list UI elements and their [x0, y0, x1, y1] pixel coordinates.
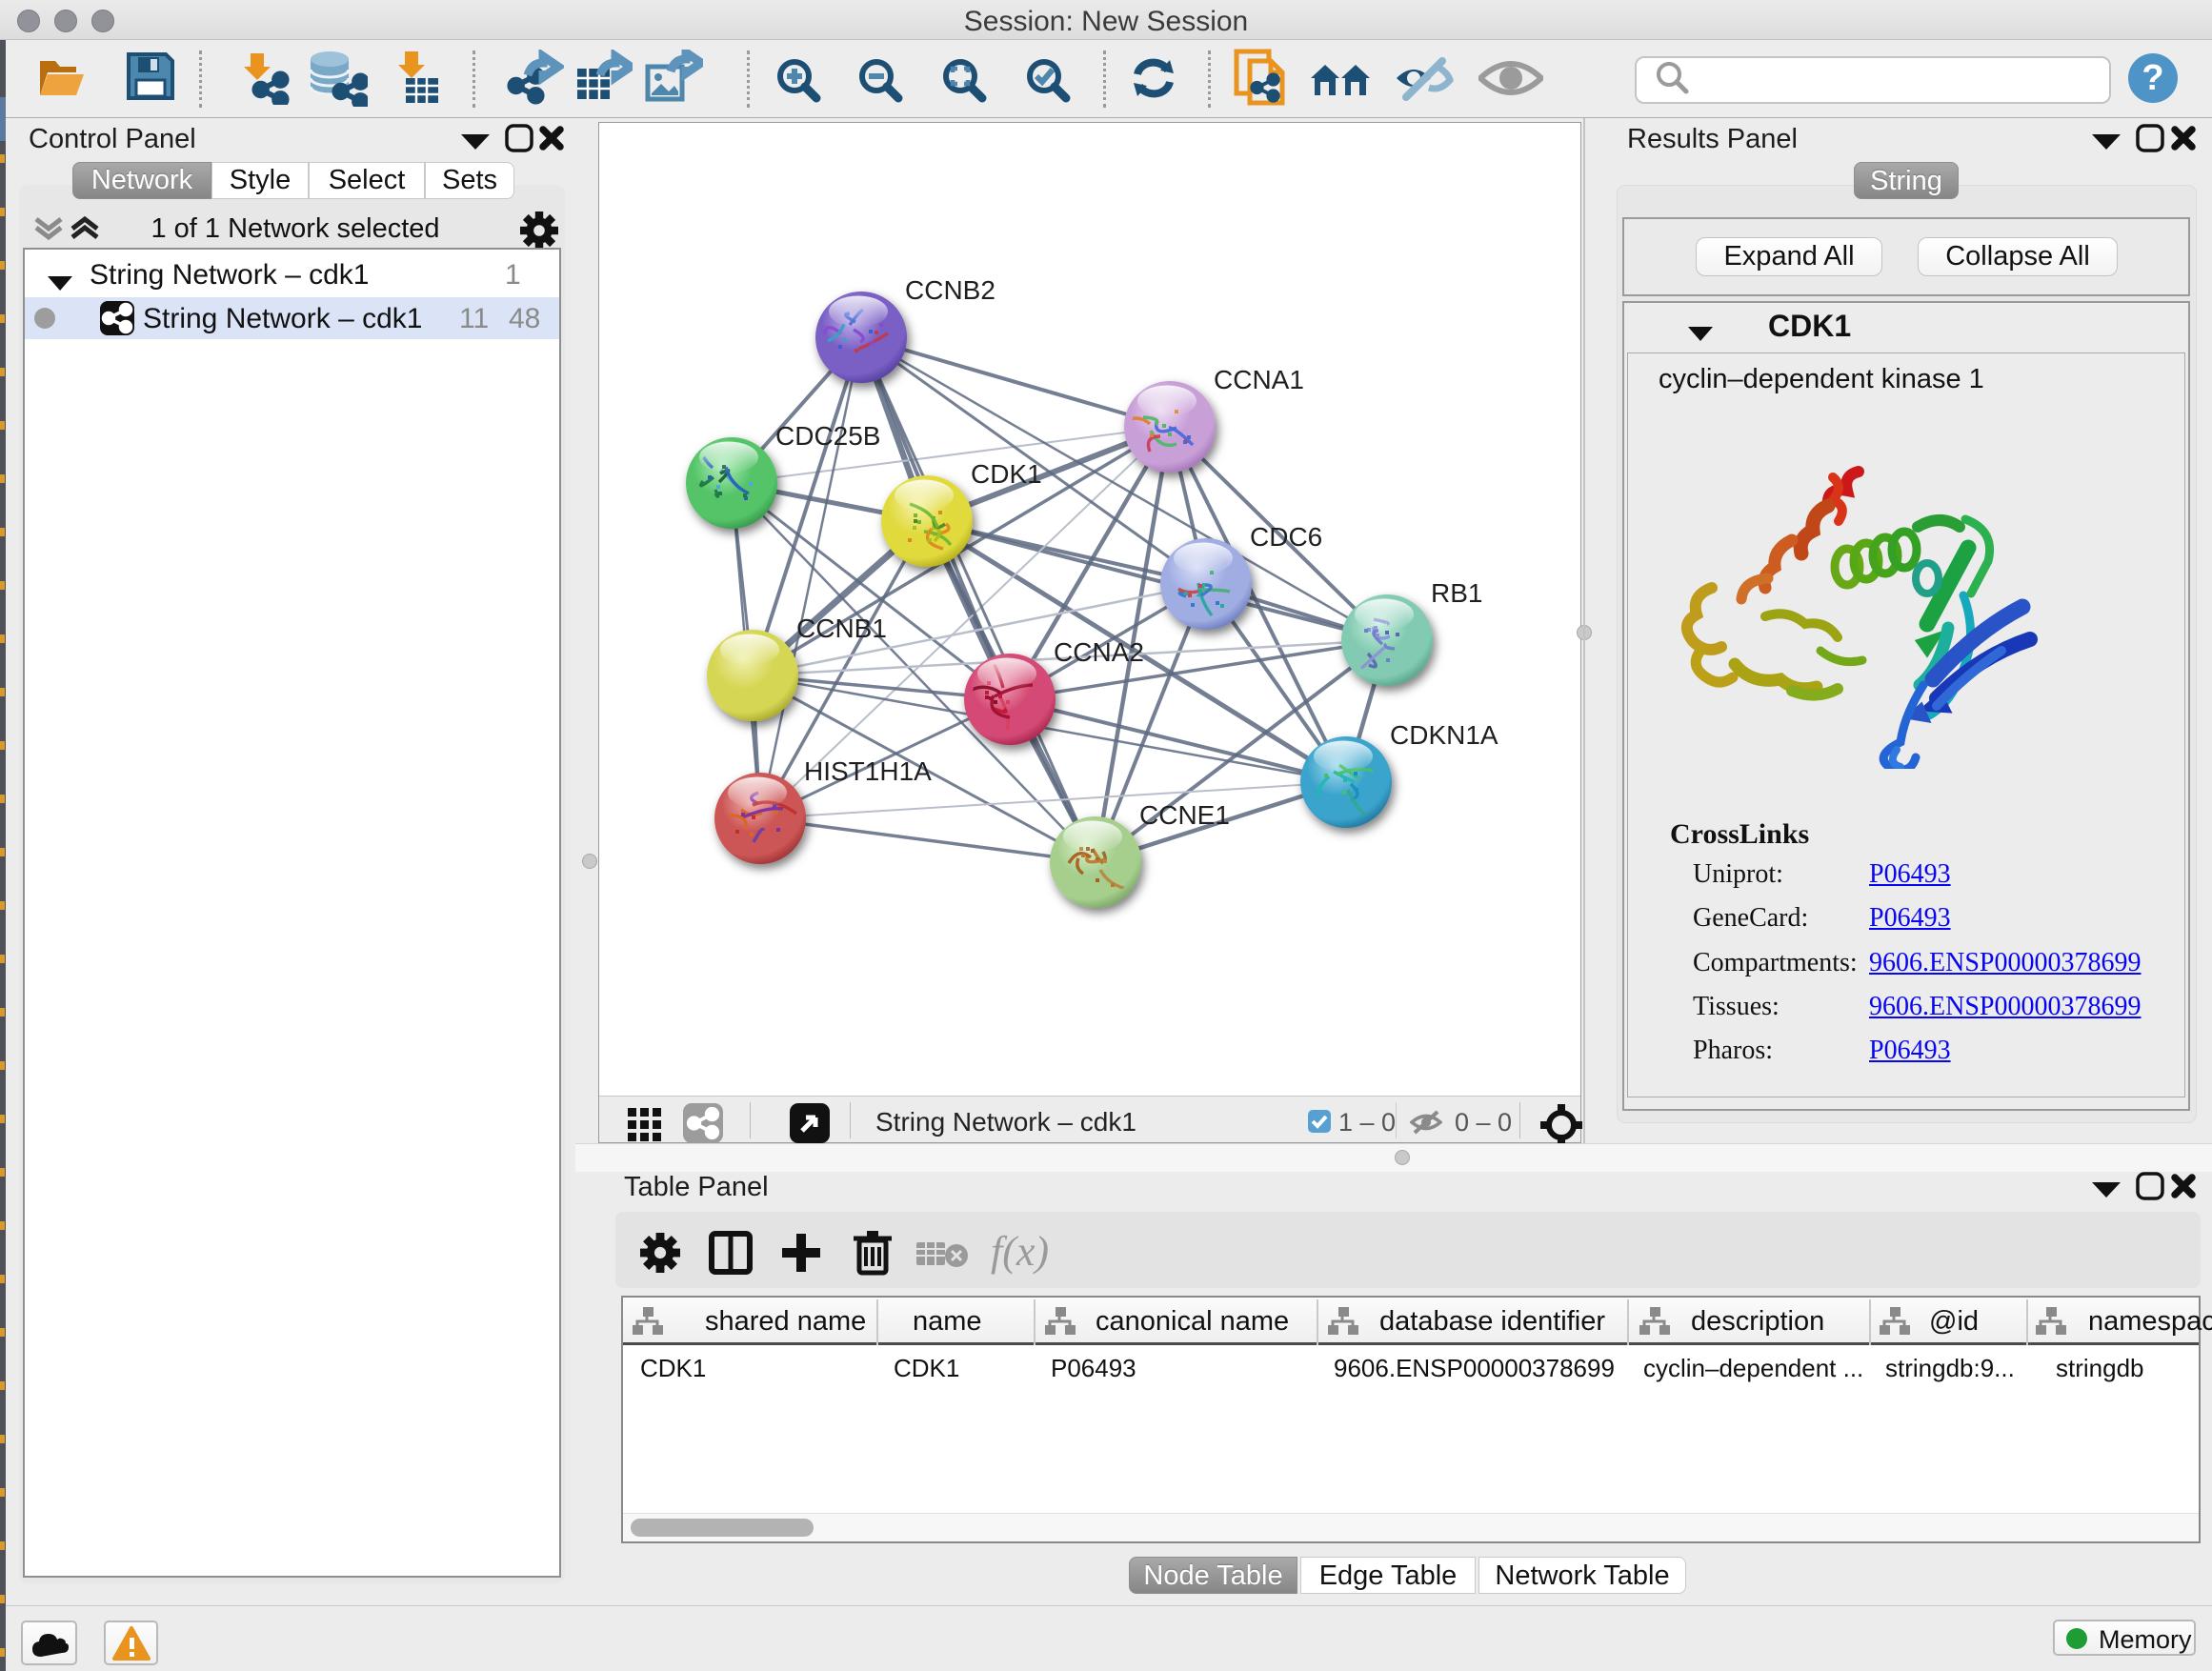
svg-text:RB1: RB1 — [1431, 578, 1482, 608]
svg-text:CDC6: CDC6 — [1250, 522, 1322, 552]
svg-text:?: ? — [2142, 58, 2163, 98]
svg-text:CCNB2: CCNB2 — [905, 275, 995, 305]
svg-text:CCNA1: CCNA1 — [1214, 365, 1304, 394]
svg-text:CDKN1A: CDKN1A — [1390, 720, 1498, 750]
svg-text:CCNE1: CCNE1 — [1139, 800, 1230, 830]
svg-text:CCNB1: CCNB1 — [796, 614, 887, 643]
svg-text:HIST1H1A: HIST1H1A — [804, 756, 932, 786]
svg-text:CDK1: CDK1 — [971, 459, 1042, 489]
svg-text:CDC25B: CDC25B — [775, 421, 880, 451]
svg-text:CCNA2: CCNA2 — [1054, 637, 1144, 667]
